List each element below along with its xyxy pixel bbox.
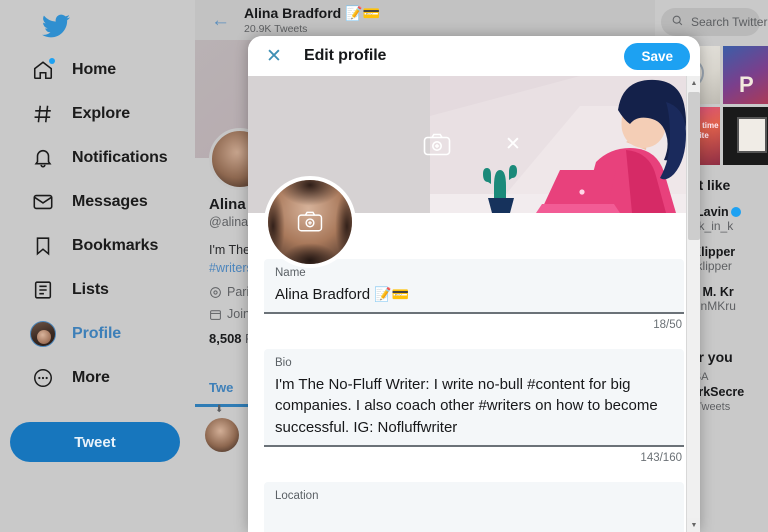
sidebar-item-notifications[interactable]: Notifications bbox=[0, 136, 195, 180]
list-icon bbox=[30, 277, 56, 303]
avatar-editor[interactable] bbox=[264, 176, 356, 268]
modal-title: Edit profile bbox=[304, 47, 387, 64]
home-icon bbox=[30, 57, 56, 83]
name-char-counter: 18/50 bbox=[653, 318, 682, 331]
name-field[interactable]: Name Alina Bradford 📝💳 bbox=[264, 259, 684, 314]
envelope-icon bbox=[30, 189, 56, 215]
sidebar-item-messages[interactable]: Messages bbox=[0, 180, 195, 224]
location-pin-icon bbox=[209, 286, 222, 299]
sidebar-item-explore[interactable]: Explore bbox=[0, 92, 195, 136]
scrollbar-thumb[interactable] bbox=[688, 92, 700, 240]
avatar-icon bbox=[30, 321, 56, 347]
location-field-value bbox=[275, 504, 673, 526]
camera-icon bbox=[268, 180, 352, 264]
scroll-up-icon[interactable]: ▲ bbox=[687, 76, 700, 90]
search-icon bbox=[671, 14, 684, 30]
bio-field[interactable]: Bio I'm The No-Fluff Writer: I write no-… bbox=[264, 348, 684, 447]
name-field-value: Alina Bradford 📝💳 bbox=[275, 285, 410, 303]
profile-tab-tweets[interactable]: Twe bbox=[209, 380, 233, 395]
twitter-bird-icon[interactable] bbox=[42, 12, 71, 40]
search-placeholder: Search Twitter bbox=[691, 15, 768, 29]
calendar-icon bbox=[209, 308, 222, 321]
bio-field-label: Bio bbox=[275, 356, 292, 369]
name-field-label: Name bbox=[275, 267, 306, 279]
hash-icon bbox=[30, 101, 56, 127]
sidebar-item-label: Explore bbox=[72, 105, 130, 122]
back-arrow-icon[interactable]: ← bbox=[211, 11, 230, 30]
verified-badge-icon bbox=[730, 207, 741, 217]
bell-icon bbox=[30, 145, 56, 171]
tweet-button[interactable]: Tweet bbox=[10, 422, 180, 462]
name-emoji: 📝💳 bbox=[374, 285, 410, 302]
sidebar-item-label: Profile bbox=[72, 325, 122, 342]
sidebar-item-label: Notifications bbox=[72, 149, 168, 166]
modal-header: ✕ Edit profile Save bbox=[248, 36, 700, 76]
bio-char-counter: 143/160 bbox=[640, 451, 682, 464]
tweet-avatar bbox=[205, 418, 239, 452]
save-button[interactable]: Save bbox=[624, 42, 690, 70]
sidebar-item-lists[interactable]: Lists bbox=[0, 268, 195, 312]
edit-profile-modal: ✕ Edit profile Save ✕ Name Alina Bradfor… bbox=[248, 36, 700, 532]
sidebar-item-profile[interactable]: Profile bbox=[0, 312, 195, 356]
sidebar-item-label: More bbox=[72, 369, 110, 386]
sidebar-item-label: Bookmarks bbox=[72, 237, 159, 254]
modal-body: ✕ Name Alina Bradford 📝💳 18/50 Bio I'm T… bbox=[248, 76, 700, 532]
photo-thumbnail[interactable] bbox=[723, 46, 768, 104]
page-title: Alina Bradford 📝💳 bbox=[244, 5, 380, 21]
location-field-label: Location bbox=[275, 489, 319, 502]
sidebar-item-bookmarks[interactable]: Bookmarks bbox=[0, 224, 195, 268]
close-icon[interactable]: ✕ bbox=[262, 44, 286, 68]
more-dots-icon bbox=[30, 365, 56, 391]
search-input[interactable]: Search Twitter bbox=[661, 8, 767, 36]
bookmark-icon bbox=[30, 233, 56, 259]
name-emoji: 📝💳 bbox=[345, 5, 380, 21]
profile-header-bar: ← Alina Bradford 📝💳 20.9K Tweets bbox=[195, 0, 655, 40]
photo-thumbnail[interactable] bbox=[723, 107, 768, 165]
sidebar-item-home[interactable]: Home bbox=[0, 48, 195, 92]
bio-field-value: I'm The No-Fluff Writer: I write no-bull… bbox=[275, 375, 658, 437]
remove-banner-icon[interactable]: ✕ bbox=[500, 132, 526, 158]
sidebar-item-label: Home bbox=[72, 61, 117, 78]
pinned-icon: ⬇ bbox=[215, 404, 224, 415]
location-field[interactable]: Location bbox=[264, 481, 684, 532]
modal-scrollbar[interactable]: ▲ ▼ bbox=[686, 76, 700, 532]
twitter-app: Home Explore Notifications Messages Book bbox=[0, 0, 768, 532]
sidebar-item-more[interactable]: More bbox=[0, 356, 195, 400]
notification-dot-icon bbox=[49, 58, 55, 64]
sidebar-item-label: Messages bbox=[72, 193, 148, 210]
camera-icon[interactable] bbox=[422, 132, 452, 158]
scroll-down-icon[interactable]: ▼ bbox=[687, 518, 700, 532]
tweet-count: 20.9K Tweets bbox=[244, 23, 308, 35]
sidebar-item-label: Lists bbox=[72, 281, 109, 298]
left-sidebar: Home Explore Notifications Messages Book bbox=[0, 0, 195, 532]
